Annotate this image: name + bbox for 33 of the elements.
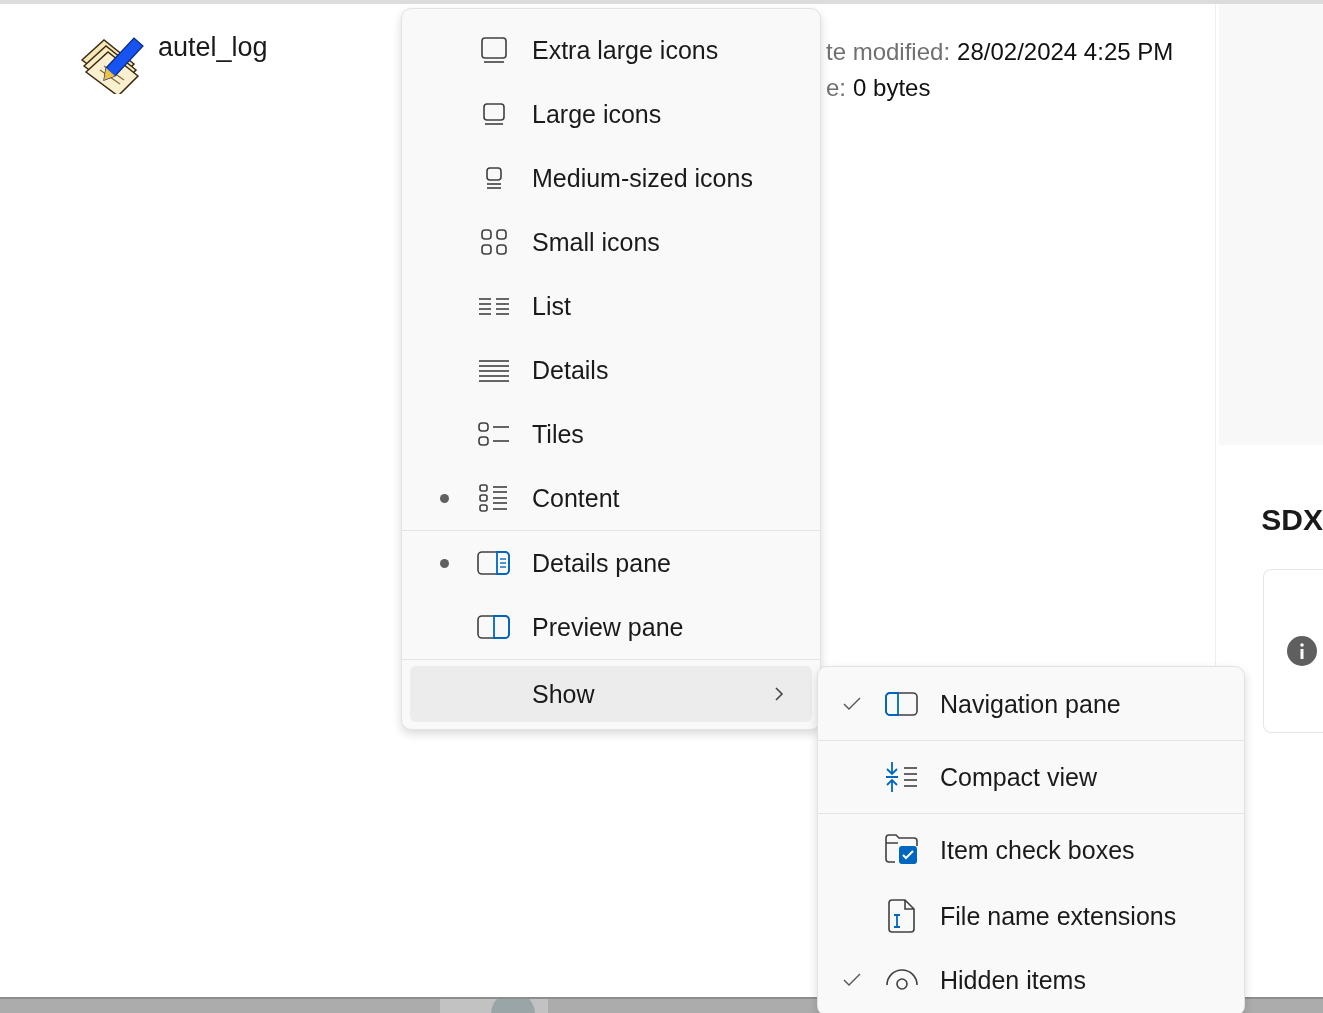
grid-icon xyxy=(479,227,509,257)
pane-icon xyxy=(477,550,511,576)
menu-item[interactable]: List xyxy=(410,274,812,338)
menu-item[interactable]: Preview pane xyxy=(410,595,812,659)
compact-icon xyxy=(885,761,919,793)
info-icon xyxy=(1287,636,1318,666)
chevron-right-icon xyxy=(774,686,784,702)
menu-item[interactable]: Navigation pane xyxy=(818,670,1244,738)
property-value: 0 bytes xyxy=(853,74,931,102)
document-icon xyxy=(887,899,917,933)
menu-item[interactable]: Medium-sized icons xyxy=(410,146,812,210)
menu-item[interactable]: Tiles xyxy=(410,402,812,466)
menu-item[interactable]: Large icons xyxy=(410,82,812,146)
menu-item[interactable]: Details xyxy=(410,338,812,402)
menu-item[interactable]: Content xyxy=(410,466,812,530)
menu-item[interactable]: Hidden items xyxy=(818,948,1244,1012)
property-value: 28/02/2024 4:25 PM xyxy=(957,38,1174,66)
pane-icon xyxy=(885,691,919,717)
pane-icon xyxy=(477,614,511,640)
monitor-icon xyxy=(479,35,509,65)
property-label: e: xyxy=(826,74,846,102)
menu-item[interactable]: Extra large icons xyxy=(410,18,812,82)
submenu-item[interactable]: Show xyxy=(410,666,812,722)
menu-item[interactable]: Compact view xyxy=(818,743,1244,811)
eye-icon xyxy=(885,967,919,993)
menu-item[interactable]: Item check boxes xyxy=(818,816,1244,884)
property-label: te modified: xyxy=(826,38,951,66)
menu-item[interactable]: Small icons xyxy=(410,210,812,274)
folder-checkbox-icon xyxy=(885,834,919,866)
menu-item[interactable]: File name extensions xyxy=(818,884,1244,948)
tiles-icon xyxy=(477,419,511,449)
menu-item[interactable]: Details pane xyxy=(410,531,812,595)
section-heading: SDX xyxy=(1261,503,1323,537)
